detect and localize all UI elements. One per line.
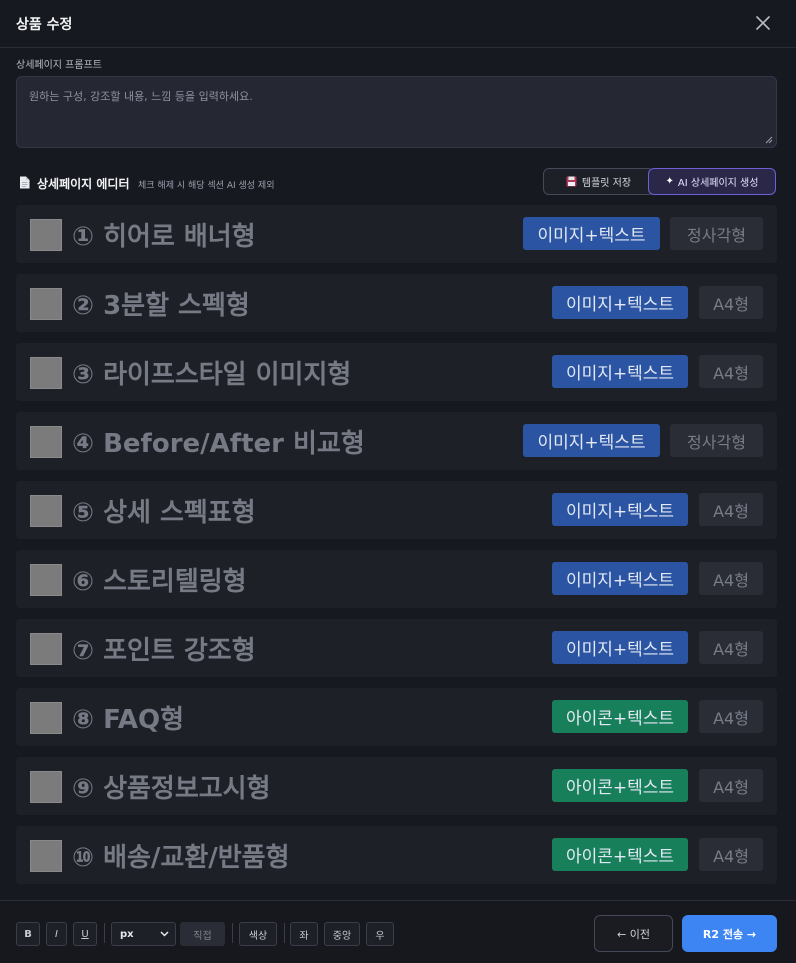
edit-product-modal: 상품 수정 상세페이지 프롬프트 상세페이지 에디터 체크 해제 시 해당 섹션… — [0, 0, 796, 963]
section-type-badge[interactable]: 이미지+텍스트 — [552, 493, 688, 526]
prompt-label: 상세페이지 프롬프트 — [16, 60, 102, 71]
resize-grip-icon[interactable] — [765, 136, 773, 144]
prompt-input[interactable] — [17, 77, 776, 147]
section-row: ⑧ FAQ형 아이콘+텍스트 A4형 — [16, 688, 777, 746]
chevron-down-icon — [160, 931, 169, 937]
unit-select-value: px — [120, 928, 134, 940]
close-icon[interactable] — [752, 12, 774, 34]
floppy-disk-icon — [566, 176, 577, 187]
section-type-badge[interactable]: 이미지+텍스트 — [523, 424, 660, 457]
section-ratio-button[interactable]: 정사각형 — [670, 424, 763, 457]
direct-input-button[interactable]: 직접 — [180, 922, 225, 946]
section-ratio-button[interactable]: 정사각형 — [670, 217, 763, 250]
section-name: ⑤ 상세 스펙표형 — [72, 498, 256, 528]
section-checkbox[interactable] — [30, 633, 62, 665]
section-ratio-button[interactable]: A4형 — [699, 286, 763, 319]
toolbar-divider — [232, 923, 233, 943]
section-checkbox[interactable] — [30, 771, 62, 803]
save-template-label: 템플릿 저장 — [581, 178, 632, 189]
section-ratio-button[interactable]: A4형 — [699, 631, 763, 664]
section-checkbox[interactable] — [30, 426, 62, 458]
section-row: ⑥ 스토리텔링형 이미지+텍스트 A4형 — [16, 550, 777, 608]
section-checkbox[interactable] — [30, 495, 62, 527]
align-left-button[interactable]: 좌 — [290, 922, 318, 946]
ai-generate-label: AI 상세페이지 생성 — [677, 178, 759, 189]
section-checkbox[interactable] — [30, 840, 62, 872]
section-ratio-button[interactable]: A4형 — [699, 769, 763, 802]
modal-header: 상품 수정 — [0, 0, 796, 48]
align-right-button[interactable]: 우 — [366, 922, 394, 946]
section-checkbox[interactable] — [30, 702, 62, 734]
section-name: ⑦ 포인트 강조형 — [72, 636, 256, 666]
document-icon — [20, 176, 30, 189]
section-name: ⑧ FAQ형 — [72, 705, 184, 735]
prev-button[interactable]: ← 이전 — [594, 915, 673, 952]
section-type-badge[interactable]: 이미지+텍스트 — [552, 286, 688, 319]
section-type-badge[interactable]: 이미지+텍스트 — [552, 355, 688, 388]
section-ratio-button[interactable]: A4형 — [699, 562, 763, 595]
modal-footer: B I U px 직접 색상 좌 중앙 우 ← 이전 R2 전송 → — [0, 900, 796, 963]
color-button[interactable]: 색상 — [239, 922, 277, 946]
section-type-badge[interactable]: 이미지+텍스트 — [523, 217, 660, 250]
section-name: ③ 라이프스타일 이미지형 — [72, 360, 352, 390]
section-type-badge[interactable]: 아이콘+텍스트 — [552, 700, 688, 733]
section-row: ⑦ 포인트 강조형 이미지+텍스트 A4형 — [16, 619, 777, 677]
section-ratio-button[interactable]: A4형 — [699, 355, 763, 388]
section-name: ② 3분할 스펙형 — [72, 291, 250, 321]
editor-hint: 체크 해제 시 해당 섹션 AI 생성 제외 — [138, 181, 275, 191]
section-ratio-button[interactable]: A4형 — [699, 700, 763, 733]
unit-select[interactable]: px — [111, 922, 176, 946]
section-checkbox[interactable] — [30, 288, 62, 320]
section-checkbox[interactable] — [30, 357, 62, 389]
section-name: ⑩ 배송/교환/반품형 — [72, 843, 290, 873]
section-checkbox[interactable] — [30, 564, 62, 596]
editor-toolbar: 상세페이지 에디터 체크 해제 시 해당 섹션 AI 생성 제외 템플릿 저장 … — [16, 168, 777, 196]
section-type-badge[interactable]: 아이콘+텍스트 — [552, 838, 688, 871]
save-template-button[interactable]: 템플릿 저장 — [543, 168, 654, 195]
section-checkbox[interactable] — [30, 219, 62, 251]
section-ratio-button[interactable]: A4형 — [699, 493, 763, 526]
section-type-badge[interactable]: 이미지+텍스트 — [552, 562, 688, 595]
section-name: ⑨ 상품정보고시형 — [72, 774, 271, 804]
section-type-badge[interactable]: 아이콘+텍스트 — [552, 769, 688, 802]
modal-title: 상품 수정 — [16, 17, 73, 33]
italic-button[interactable]: I — [46, 922, 67, 946]
section-type-badge[interactable]: 이미지+텍스트 — [552, 631, 688, 664]
section-row: ⑨ 상품정보고시형 아이콘+텍스트 A4형 — [16, 757, 777, 815]
section-list: ① 히어로 배너형 이미지+텍스트 정사각형 ② 3분할 스펙형 이미지+텍스트… — [16, 205, 777, 890]
toolbar-divider — [104, 923, 105, 943]
section-row: ⑩ 배송/교환/반품형 아이콘+텍스트 A4형 — [16, 826, 777, 884]
section-name: ① 히어로 배너형 — [72, 222, 256, 252]
section-row: ① 히어로 배너형 이미지+텍스트 정사각형 — [16, 205, 777, 263]
section-name: ④ Before/After 비교형 — [72, 429, 365, 459]
section-name: ⑥ 스토리텔링형 — [72, 567, 247, 597]
prompt-field — [16, 76, 777, 148]
editor-title: 상세페이지 에디터 — [37, 177, 130, 191]
align-center-button[interactable]: 중앙 — [324, 922, 360, 946]
r2-send-button[interactable]: R2 전송 → — [682, 915, 777, 952]
section-ratio-button[interactable]: A4형 — [699, 838, 763, 871]
section-row: ④ Before/After 비교형 이미지+텍스트 정사각형 — [16, 412, 777, 470]
bold-button[interactable]: B — [16, 922, 40, 946]
ai-generate-button[interactable]: ✦ AI 상세페이지 생성 — [648, 168, 776, 195]
sparkle-icon: ✦ — [665, 176, 674, 187]
section-row: ⑤ 상세 스펙표형 이미지+텍스트 A4형 — [16, 481, 777, 539]
toolbar-divider — [284, 923, 285, 943]
section-row: ② 3분할 스펙형 이미지+텍스트 A4형 — [16, 274, 777, 332]
section-row: ③ 라이프스타일 이미지형 이미지+텍스트 A4형 — [16, 343, 777, 401]
underline-button[interactable]: U — [73, 922, 97, 946]
